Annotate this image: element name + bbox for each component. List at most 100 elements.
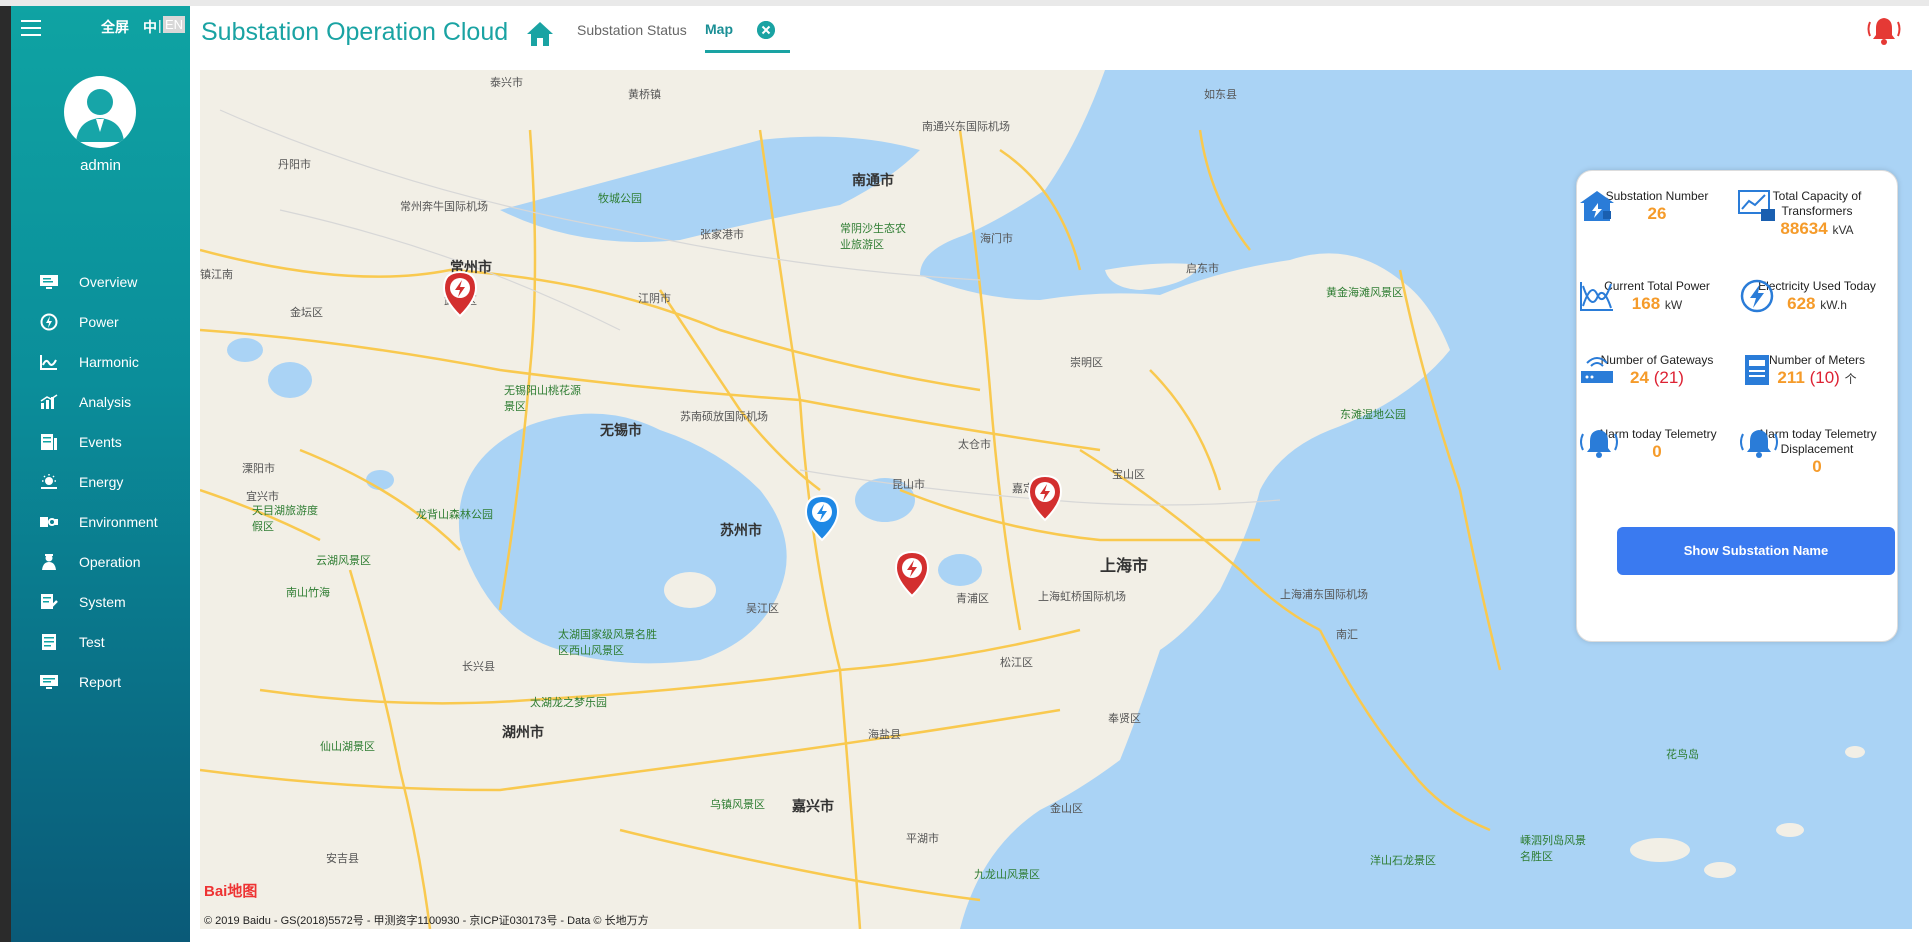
stat-unit: kW.h: [1820, 298, 1847, 312]
menu-toggle-icon[interactable]: [21, 20, 41, 36]
sidebar-item-energy[interactable]: Energy: [11, 462, 190, 502]
sidebar-item-label: Test: [79, 634, 105, 650]
stat-value: 628: [1787, 294, 1816, 313]
place-label: 泰兴市: [490, 77, 523, 89]
lang-en-button[interactable]: EN: [163, 16, 186, 33]
substation-marker-alarm[interactable]: [440, 270, 480, 318]
home-icon[interactable]: [526, 20, 554, 48]
baidu-logo: Bai地图: [204, 883, 258, 900]
place-label: 如东县: [1204, 89, 1237, 101]
stat-value: 168: [1631, 294, 1661, 313]
place-label: 青浦区: [956, 593, 989, 605]
events-icon: [38, 433, 60, 451]
stat-online-count: (21): [1653, 368, 1684, 387]
sidebar-item-label: Harmonic: [79, 354, 139, 370]
city-label: 无锡市: [600, 422, 642, 438]
scenic-label: 嵊泗列岛风景名胜区: [1520, 835, 1586, 863]
report-icon: [38, 673, 60, 691]
substation-marker-alarm[interactable]: [892, 550, 932, 598]
scenic-label: 九龙山风景区: [974, 869, 1040, 881]
sidebar-item-label: Energy: [79, 474, 124, 490]
scenic-label: 南山竹海: [286, 587, 330, 599]
place-label: 张家港市: [700, 229, 744, 241]
sidebar-item-analysis[interactable]: Analysis: [11, 382, 190, 422]
sidebar-item-environment[interactable]: Environment: [11, 502, 190, 542]
place-label: 昆山市: [892, 479, 925, 491]
city-label: 上海市: [1100, 558, 1149, 575]
page-title: Substation Operation Cloud: [201, 18, 509, 46]
place-label: 丹阳市: [278, 159, 311, 171]
bar-chart-icon: [38, 393, 60, 411]
sidebar-item-label: System: [79, 594, 126, 610]
place-label: 松江区: [1000, 657, 1033, 669]
scenic-label: 常阴沙生态农业旅游区: [840, 223, 906, 251]
tab-map[interactable]: Map: [705, 21, 733, 37]
avatar[interactable]: [64, 76, 136, 148]
close-icon[interactable]: [757, 21, 775, 39]
harmonic-icon: [38, 353, 60, 371]
sidebar-item-label: Analysis: [79, 394, 132, 410]
show-substation-name-button[interactable]: Show Substation Name: [1617, 527, 1895, 575]
power-icon: [38, 313, 60, 331]
city-label: 湖州市: [502, 724, 544, 740]
sidebar-item-harmonic[interactable]: Harmonic: [11, 342, 190, 382]
substation-marker-normal[interactable]: [802, 494, 842, 542]
place-label: 常州奔牛国际机场: [400, 201, 488, 213]
sidebar-item-report[interactable]: Report: [11, 662, 190, 702]
tab-substation-status[interactable]: Substation Status: [577, 22, 687, 38]
place-label: 南通兴东国际机场: [922, 121, 1010, 133]
header: Substation Operation Cloud Substation St…: [190, 6, 1929, 70]
place-label: 启东市: [1186, 263, 1219, 275]
substation-marker-alarm[interactable]: [1025, 474, 1065, 522]
energy-icon: [38, 473, 60, 491]
stat-unit: kW: [1664, 298, 1683, 312]
sidebar-item-test[interactable]: Test: [11, 622, 190, 662]
operation-icon: [38, 553, 60, 571]
scenic-label: 太湖国家级风景名胜区西山风景区: [558, 629, 657, 657]
stat-gateways: Number of Gateways 24 (21): [1577, 353, 1737, 388]
capacity-chart-icon: [1738, 190, 1775, 221]
test-icon: [38, 633, 60, 651]
sidebar-item-operation[interactable]: Operation: [11, 542, 190, 582]
system-icon: [38, 593, 60, 611]
sidebar-item-system[interactable]: System: [11, 582, 190, 622]
substation-icon: [1580, 191, 1614, 221]
sidebar-item-label: Operation: [79, 554, 141, 570]
stats-panel: Substation Number 26 Total Capacity of T…: [1576, 170, 1898, 642]
place-label: 海门市: [980, 233, 1013, 245]
sidebar-item-label: Overview: [79, 274, 138, 290]
sidebar-item-events[interactable]: Events: [11, 422, 190, 462]
sidebar-item-label: Power: [79, 314, 119, 330]
place-label: 海盐县: [868, 729, 901, 741]
environment-icon: [38, 513, 60, 531]
sidebar-item-overview[interactable]: Overview: [11, 262, 190, 302]
place-label: 江阴市: [638, 293, 671, 305]
bell-icon[interactable]: [1866, 16, 1902, 46]
place-label: 崇明区: [1070, 357, 1103, 369]
place-label: 奉贤区: [1108, 713, 1141, 725]
place-label: 上海浦东国际机场: [1280, 589, 1368, 601]
place-label: 平湖市: [906, 833, 939, 845]
place-label: 花鸟岛: [1666, 749, 1699, 761]
stat-online-count: (10): [1809, 368, 1840, 387]
scenic-label: 天目湖旅游度假区: [252, 505, 318, 533]
stat-alarm-telemetry: Alarm today Telemetry 0: [1577, 427, 1737, 462]
city-label: 苏州市: [720, 522, 762, 538]
stat-value: 24: [1630, 368, 1649, 387]
username: admin: [80, 157, 121, 174]
stat-alarm-displacement: Alarm today Telemetry Displacement 0: [1737, 427, 1897, 477]
lang-zh-button[interactable]: 中: [143, 17, 157, 37]
window-left-edge: [0, 6, 11, 942]
place-label: 太仓市: [958, 439, 991, 451]
alarm-bell-icon: [1580, 430, 1618, 458]
map-canvas[interactable]: 常州市 无锡市 苏州市 南通市 上海市 湖州市 嘉兴市 泰兴市 黄桥镇 如东县 …: [200, 70, 1912, 929]
scenic-label: 仙山湖景区: [320, 741, 375, 753]
sidebar-nav: Overview Power Harmonic Analysis Events …: [11, 262, 190, 702]
fullscreen-button[interactable]: 全屏: [101, 17, 129, 37]
sidebar-item-power[interactable]: Power: [11, 302, 190, 342]
stat-unit: 个: [1844, 372, 1857, 386]
scenic-label: 太湖龙之梦乐园: [530, 697, 607, 709]
place-label: 溧阳市: [242, 463, 275, 475]
router-icon: [1581, 357, 1613, 383]
meter-icon: [1745, 355, 1769, 385]
